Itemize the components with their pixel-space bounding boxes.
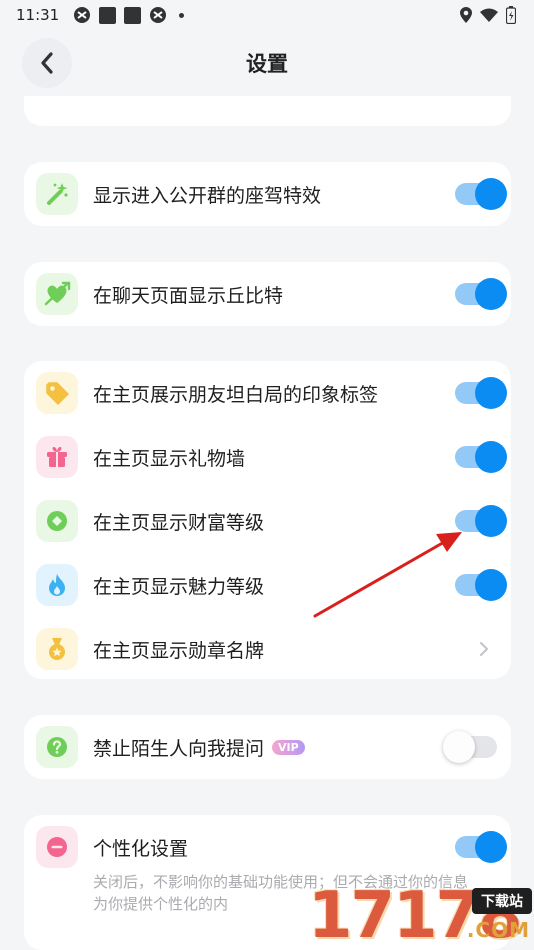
medal-icon	[36, 628, 78, 670]
setting-label-text: 禁止陌生人向我提问	[93, 737, 265, 760]
app-notification-icon	[124, 6, 142, 24]
app-notification-icon	[150, 7, 167, 23]
tag-icon	[36, 372, 78, 414]
wealth-level-toggle[interactable]	[455, 505, 507, 537]
header: 设置	[0, 30, 534, 96]
setting-row-personalization: 个性化设置	[24, 815, 511, 879]
setting-row-vehicle-effect: 显示进入公开群的座驾特效	[24, 162, 511, 226]
toggle-knob	[475, 505, 507, 537]
personalization-toggle[interactable]	[455, 831, 507, 863]
question-icon	[36, 726, 78, 768]
setting-row-gift-wall: 在主页显示礼物墙	[24, 425, 511, 489]
cupid-toggle[interactable]	[455, 278, 507, 310]
setting-row-wealth-level: 在主页显示财富等级	[24, 489, 511, 553]
flame-icon	[36, 564, 78, 606]
charm-level-toggle[interactable]	[455, 569, 507, 601]
watermark-logo: 17178 下载站 .COM	[308, 882, 534, 950]
settings-card-partial	[24, 96, 511, 126]
gift-wall-toggle[interactable]	[455, 441, 507, 473]
toggle-knob	[475, 569, 507, 601]
location-icon	[460, 7, 472, 23]
settings-card: 在聊天页面显示丘比特	[24, 262, 511, 326]
wealth-coin-icon	[36, 500, 78, 542]
setting-label: 在聊天页面显示丘比特	[93, 284, 284, 307]
toggle-knob	[443, 731, 475, 763]
toggle-knob	[475, 441, 507, 473]
settings-card: 显示进入公开群的座驾特效	[24, 162, 511, 226]
chevron-left-icon	[41, 52, 53, 74]
status-time: 11:31	[16, 6, 60, 24]
impression-tags-toggle[interactable]	[455, 377, 507, 409]
setting-label: 在主页显示礼物墙	[93, 447, 246, 470]
watermark-tag: 下载站	[472, 888, 532, 914]
setting-row-block-stranger-questions: 禁止陌生人向我提问 VIP	[24, 715, 511, 779]
setting-label: 在主页展示朋友坦白局的印象标签	[93, 383, 379, 406]
status-right-group	[460, 6, 516, 24]
toggle-knob	[475, 831, 507, 863]
vehicle-effect-toggle[interactable]	[455, 178, 507, 210]
magic-wand-icon	[36, 173, 78, 215]
toggle-knob	[475, 278, 507, 310]
setting-label: 禁止陌生人向我提问 VIP	[93, 734, 305, 761]
battery-icon	[506, 6, 516, 24]
gift-icon	[36, 436, 78, 478]
app-notification-icon	[74, 7, 91, 23]
wifi-icon	[480, 8, 498, 22]
setting-row-charm-level: 在主页显示魅力等级	[24, 553, 511, 617]
setting-row-impression-tags: 在主页展示朋友坦白局的印象标签	[24, 361, 511, 425]
setting-label: 个性化设置	[93, 837, 189, 860]
block-stranger-questions-toggle[interactable]	[443, 731, 497, 763]
cupid-heart-icon	[36, 273, 78, 315]
chevron-right-icon	[479, 641, 489, 657]
setting-label: 在主页显示财富等级	[93, 511, 265, 534]
setting-label: 在主页显示勋章名牌	[93, 639, 265, 662]
setting-row-medal-nameplate[interactable]: 在主页显示勋章名牌	[24, 617, 511, 681]
more-notifications-dot-icon	[179, 12, 185, 18]
setting-row-cupid: 在聊天页面显示丘比特	[24, 262, 511, 326]
app-notification-icon	[99, 6, 117, 24]
vip-badge: VIP	[272, 739, 305, 755]
setting-label: 在主页显示魅力等级	[93, 575, 265, 598]
page-title: 设置	[246, 52, 288, 76]
watermark-suffix: .COM	[466, 918, 530, 942]
settings-card: 禁止陌生人向我提问 VIP	[24, 715, 511, 779]
status-bar: 11:31	[0, 0, 534, 30]
setting-label: 显示进入公开群的座驾特效	[93, 184, 322, 207]
toggle-knob	[475, 178, 507, 210]
settings-card: 在主页展示朋友坦白局的印象标签 在主页显示礼物墙 在主页显示财富等级 在主页显示…	[24, 361, 511, 679]
toggle-knob	[475, 377, 507, 409]
minus-circle-icon	[36, 826, 78, 868]
back-button[interactable]	[22, 38, 72, 88]
